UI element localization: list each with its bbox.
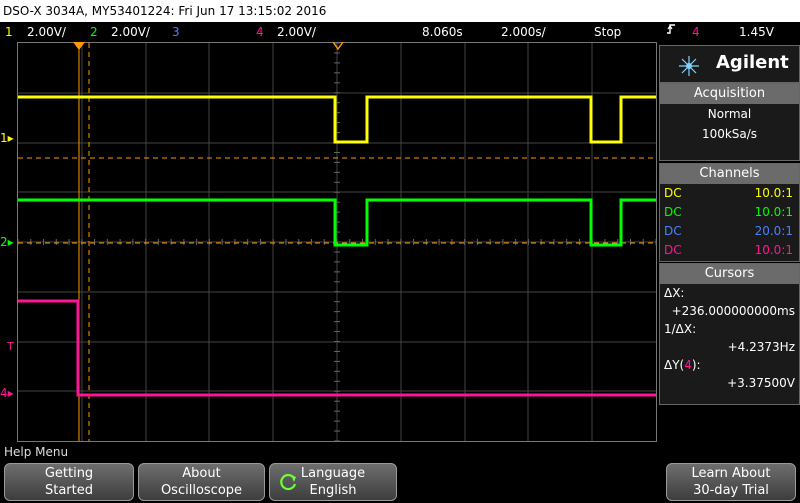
channel-row-3: DC 20.0:1 (660, 222, 799, 241)
help-menu-bar: Help Menu (0, 444, 800, 461)
about-oscilloscope-line2: Oscilloscope (160, 483, 243, 498)
acquisition-mode: Normal (707, 107, 752, 121)
ch4-ground-marker-icon: ▸ (7, 386, 14, 400)
ch4-scale[interactable]: 2.00V/ (277, 22, 316, 42)
run-state[interactable]: Stop (594, 22, 621, 42)
cursors-box[interactable]: Cursors ΔX: +236.000000000ms 1/ΔX: +4.23… (659, 263, 800, 405)
cursor-dy-label: ΔY(4): (660, 356, 799, 374)
ch4-probe: 10.0:1 (754, 243, 793, 257)
getting-started-softkey[interactable]: Getting Started (4, 463, 134, 501)
language-softkey[interactable]: Language English (269, 463, 397, 501)
ch2-scale[interactable]: 2.00V/ (111, 22, 150, 42)
ch2-probe: 10.0:1 (754, 205, 793, 219)
channel-status-bar: 1 2.00V/ 2 2.00V/ 3 4 2.00V/ 8.060s 2.00… (0, 22, 800, 42)
ch1-probe: 10.0:1 (754, 186, 793, 200)
side-panel: Agilent Acquisition Normal 100kSa/s Chan… (659, 42, 800, 442)
trigger-slope-icon (666, 22, 676, 42)
ch2-coupling: DC (664, 205, 682, 219)
trigger-time-marker-icon[interactable] (72, 42, 86, 52)
time-reference-marker-icon[interactable] (331, 42, 345, 52)
rotate-knob-icon (280, 473, 297, 491)
ch1-ground-marker[interactable]: 1▸ (0, 131, 14, 145)
agilent-spark-logo-icon (679, 56, 699, 76)
brand-name: Agilent (716, 52, 789, 73)
trigger-level[interactable]: 1.45V (739, 22, 774, 42)
ch2-marker-label: 2 (0, 235, 8, 249)
cursor-dx-value: +236.000000000ms (671, 304, 795, 318)
channels-box[interactable]: Channels DC 10.0:1 DC 10.0:1 DC 20.0:1 D… (659, 163, 800, 262)
acquisition-box[interactable]: Acquisition Normal 100kSa/s (659, 83, 800, 161)
acquisition-rate: 100kSa/s (701, 127, 758, 141)
time-scale[interactable]: 2.000s/ (501, 22, 546, 42)
ch3-coupling: DC (664, 224, 682, 238)
trigger-level-marker[interactable]: T (7, 340, 14, 353)
ch3-probe: 20.0:1 (754, 224, 793, 238)
ch3-number[interactable]: 3 (172, 22, 180, 42)
ch1-ground-marker-icon: ▸ (7, 131, 14, 145)
title-bar: DSO-X 3034A, MY53401224: Fri Jun 17 13:1… (0, 0, 800, 22)
channel-row-2: DC 10.0:1 (660, 203, 799, 222)
ch4-coupling: DC (664, 243, 682, 257)
help-menu-label: Help Menu (4, 445, 69, 459)
ch2-number[interactable]: 2 (90, 22, 98, 42)
acquisition-header: Acquisition (660, 84, 799, 104)
getting-started-line2: Started (44, 483, 93, 498)
ch1-marker-label: 1 (0, 131, 8, 145)
trigger-source[interactable]: 4 (692, 22, 700, 42)
cursor-dy-value: +3.37500V (727, 376, 795, 390)
learn-about-trial-softkey[interactable]: Learn About 30-day Trial (666, 463, 796, 501)
cursor-dx-label: ΔX: (664, 286, 685, 300)
about-oscilloscope-line1: About (182, 466, 221, 481)
cursor-dy-label-prefix: ΔY( (664, 358, 685, 372)
channel-row-4: DC 10.0:1 (660, 241, 799, 260)
cursors-header: Cursors (660, 264, 799, 284)
cursor-dy-label-suffix: ): (691, 358, 701, 372)
waveform-display[interactable] (17, 42, 657, 442)
ch1-scale[interactable]: 2.00V/ (27, 22, 66, 42)
ch1-coupling: DC (664, 186, 682, 200)
cursor-inv-dx-label: 1/ΔX: (664, 322, 697, 336)
cursor-inv-dx-value: +4.2373Hz (727, 340, 795, 354)
instrument-title: DSO-X 3034A, MY53401224: Fri Jun 17 13:1… (3, 4, 327, 18)
brand-box: Agilent (659, 45, 800, 83)
time-delay[interactable]: 8.060s (422, 22, 463, 42)
ch1-number[interactable]: 1 (5, 22, 13, 42)
ch2-ground-marker-icon: ▸ (7, 235, 14, 249)
ch4-marker-label: 4 (0, 386, 8, 400)
channels-header: Channels (660, 164, 799, 184)
ch4-ground-marker[interactable]: 4▸ (0, 386, 14, 400)
trigger-marker-label: T (7, 340, 14, 353)
learn-about-line1: Learn About (691, 466, 771, 481)
channel-row-1: DC 10.0:1 (660, 184, 799, 203)
about-oscilloscope-softkey[interactable]: About Oscilloscope (138, 463, 265, 501)
ch4-number[interactable]: 4 (256, 22, 264, 42)
cursor-dy-label-channel: 4 (684, 358, 692, 372)
getting-started-line1: Getting (44, 466, 94, 481)
learn-about-line2: 30-day Trial (693, 483, 769, 498)
ch2-ground-marker[interactable]: 2▸ (0, 235, 14, 249)
